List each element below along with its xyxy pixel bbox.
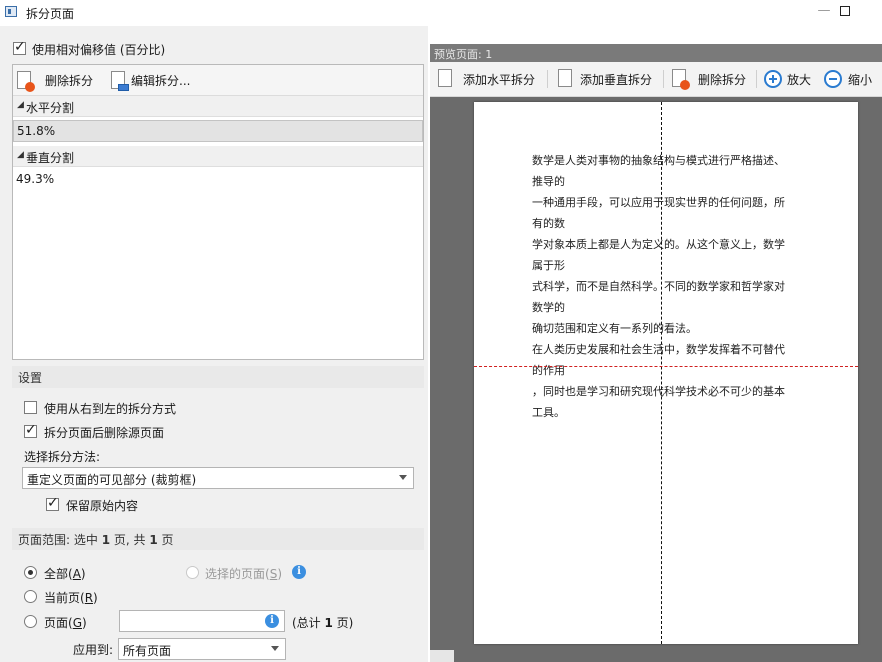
settings-header: 设置: [12, 366, 424, 388]
vertical-split-icon: [558, 69, 572, 87]
add-vertical-split-label: 添加垂直拆分: [580, 73, 653, 87]
horizontal-scrollbar[interactable]: [430, 650, 454, 662]
page-text-line: 数学的: [532, 301, 565, 314]
collapse-triangle-icon: ◢: [17, 150, 24, 160]
edit-split-button[interactable]: 编辑拆分...: [109, 69, 209, 91]
range-pages-radio[interactable]: [24, 615, 37, 628]
delete-split-icon: [17, 71, 35, 92]
delete-source-checkbox[interactable]: [24, 422, 37, 438]
page-text-line: 确切范围和定义有一系列的看法。: [532, 322, 697, 335]
add-vertical-split-button[interactable]: 添加垂直拆分: [554, 67, 662, 91]
zoom-in-button[interactable]: 放大: [762, 67, 818, 91]
toolbar-divider: [547, 70, 548, 88]
apply-to-value: 所有页面: [123, 644, 172, 658]
toolbar-divider: [663, 70, 664, 88]
horizontal-split-row[interactable]: 51.8%: [13, 120, 423, 142]
info-icon[interactable]: i: [292, 565, 306, 579]
range-pages-label: 页面(G): [44, 616, 87, 630]
split-method-label: 选择拆分方法:: [24, 450, 101, 464]
horizontal-split-group[interactable]: ◢ 水平分割: [13, 96, 423, 117]
zoom-out-icon: [824, 70, 842, 88]
preview-delete-split-label: 删除拆分: [698, 73, 747, 87]
right-to-left-checkbox[interactable]: [24, 401, 37, 414]
zoom-in-label: 放大: [787, 73, 812, 87]
preview-caption-text: 预览页面: 1: [434, 48, 493, 61]
vertical-split-title: 垂直分割: [26, 151, 75, 165]
app-icon: [5, 6, 17, 17]
use-relative-offset-label: 使用相对偏移值 (百分比): [32, 43, 166, 57]
vertical-split-row[interactable]: 49.3%: [13, 169, 423, 191]
vertical-split-value: 49.3%: [16, 172, 55, 186]
zoom-out-button[interactable]: 缩小: [822, 67, 880, 91]
range-current-radio[interactable]: [24, 590, 37, 603]
page-text-line: 在人类历史发展和社会生活中，数学发挥着不可替代: [532, 343, 785, 356]
split-list-panel: 删除拆分 编辑拆分... ◢ 水平分割 51.8% ◢ 垂直分割 49.3%: [12, 64, 424, 360]
keep-original-checkbox[interactable]: [46, 495, 59, 511]
zoom-in-icon: [764, 70, 782, 88]
apply-to-label: 应用到:: [73, 643, 114, 657]
range-selected-label: 选择的页面(S): [205, 567, 283, 581]
split-method-select[interactable]: 重定义页面的可见部分 (裁剪框): [22, 467, 414, 489]
page-text-line: 式科学，而不是自然科学。不同的数学家和哲学家对: [532, 280, 785, 293]
horizontal-split-line[interactable]: [474, 366, 858, 367]
window-title: 拆分页面: [26, 7, 75, 21]
page-text-line: 属于形: [532, 259, 565, 272]
settings-title: 设置: [18, 371, 43, 385]
page-text-line: 推导的: [532, 175, 565, 188]
info-icon[interactable]: i: [265, 614, 279, 628]
add-horizontal-split-label: 添加水平拆分: [463, 73, 536, 87]
page-text-line: 工具。: [532, 406, 565, 419]
range-selected-radio[interactable]: [186, 566, 199, 579]
delete-source-label: 拆分页面后删除源页面: [44, 426, 165, 440]
horizontal-split-title: 水平分割: [26, 101, 75, 115]
zoom-out-label: 缩小: [848, 73, 873, 87]
split-method-value: 重定义页面的可见部分 (裁剪框): [27, 473, 197, 487]
page-text-line: 有的数: [532, 217, 565, 230]
page-range-input[interactable]: i: [119, 610, 285, 632]
delete-split-icon: [672, 69, 690, 90]
vertical-split-line[interactable]: [661, 102, 662, 644]
delete-split-button[interactable]: 删除拆分: [15, 69, 115, 92]
page-range-header: 页面范围: 选中 1 页, 共 1 页: [12, 528, 424, 550]
page-range-title: 页面范围: 选中 1 页, 共 1 页: [18, 533, 174, 547]
delete-split-label: 删除拆分: [45, 74, 94, 88]
minimize-button[interactable]: —: [814, 3, 834, 21]
page-text-line: 一种通用手段，可以应用于现实世界的任何问题，所: [532, 196, 785, 209]
total-pages-text: (总计 1 页): [292, 616, 354, 630]
page-text-line: 数学是人类对事物的抽象结构与模式进行严格描述、: [532, 154, 785, 167]
apply-to-select[interactable]: 所有页面: [118, 638, 286, 660]
horizontal-split-value: 51.8%: [17, 124, 56, 138]
title-bar: 拆分页面 —: [0, 0, 882, 26]
add-horizontal-split-button[interactable]: 添加水平拆分: [436, 67, 544, 91]
page-text-line: ，同时也是学习和研究现代科学技术必不可少的基本: [532, 385, 785, 398]
page-text-line: 的作用: [532, 364, 565, 377]
preview-delete-split-button[interactable]: 删除拆分: [670, 67, 754, 91]
horizontal-split-icon: [438, 69, 452, 87]
use-relative-offset-checkbox[interactable]: [13, 39, 26, 55]
keep-original-label: 保留原始内容: [66, 499, 139, 513]
edit-split-icon: [111, 71, 129, 91]
toolbar-divider: [756, 70, 757, 88]
chevron-down-icon: [271, 646, 279, 651]
collapse-triangle-icon: ◢: [17, 100, 24, 110]
edit-split-label: 编辑拆分...: [131, 74, 191, 88]
vertical-split-group[interactable]: ◢ 垂直分割: [13, 146, 423, 167]
preview-toolbar: 添加水平拆分 添加垂直拆分 删除拆分 放大 缩小: [430, 62, 882, 97]
range-all-label: 全部(A): [44, 567, 86, 581]
right-to-left-label: 使用从右到左的拆分方式: [44, 402, 177, 416]
chevron-down-icon: [399, 475, 407, 480]
preview-page[interactable]: 数学是人类对事物的抽象结构与模式进行严格描述、 推导的 一种通用手段，可以应用于…: [474, 102, 858, 644]
page-text-line: 学对象本质上都是人为定义的。从这个意义上，数学: [532, 238, 785, 251]
maximize-button[interactable]: [840, 6, 850, 16]
split-toolbar: 删除拆分 编辑拆分...: [13, 65, 423, 96]
range-all-radio[interactable]: [24, 566, 37, 579]
preview-caption: 预览页面: 1: [430, 44, 882, 62]
range-current-label: 当前页(R): [44, 591, 98, 605]
